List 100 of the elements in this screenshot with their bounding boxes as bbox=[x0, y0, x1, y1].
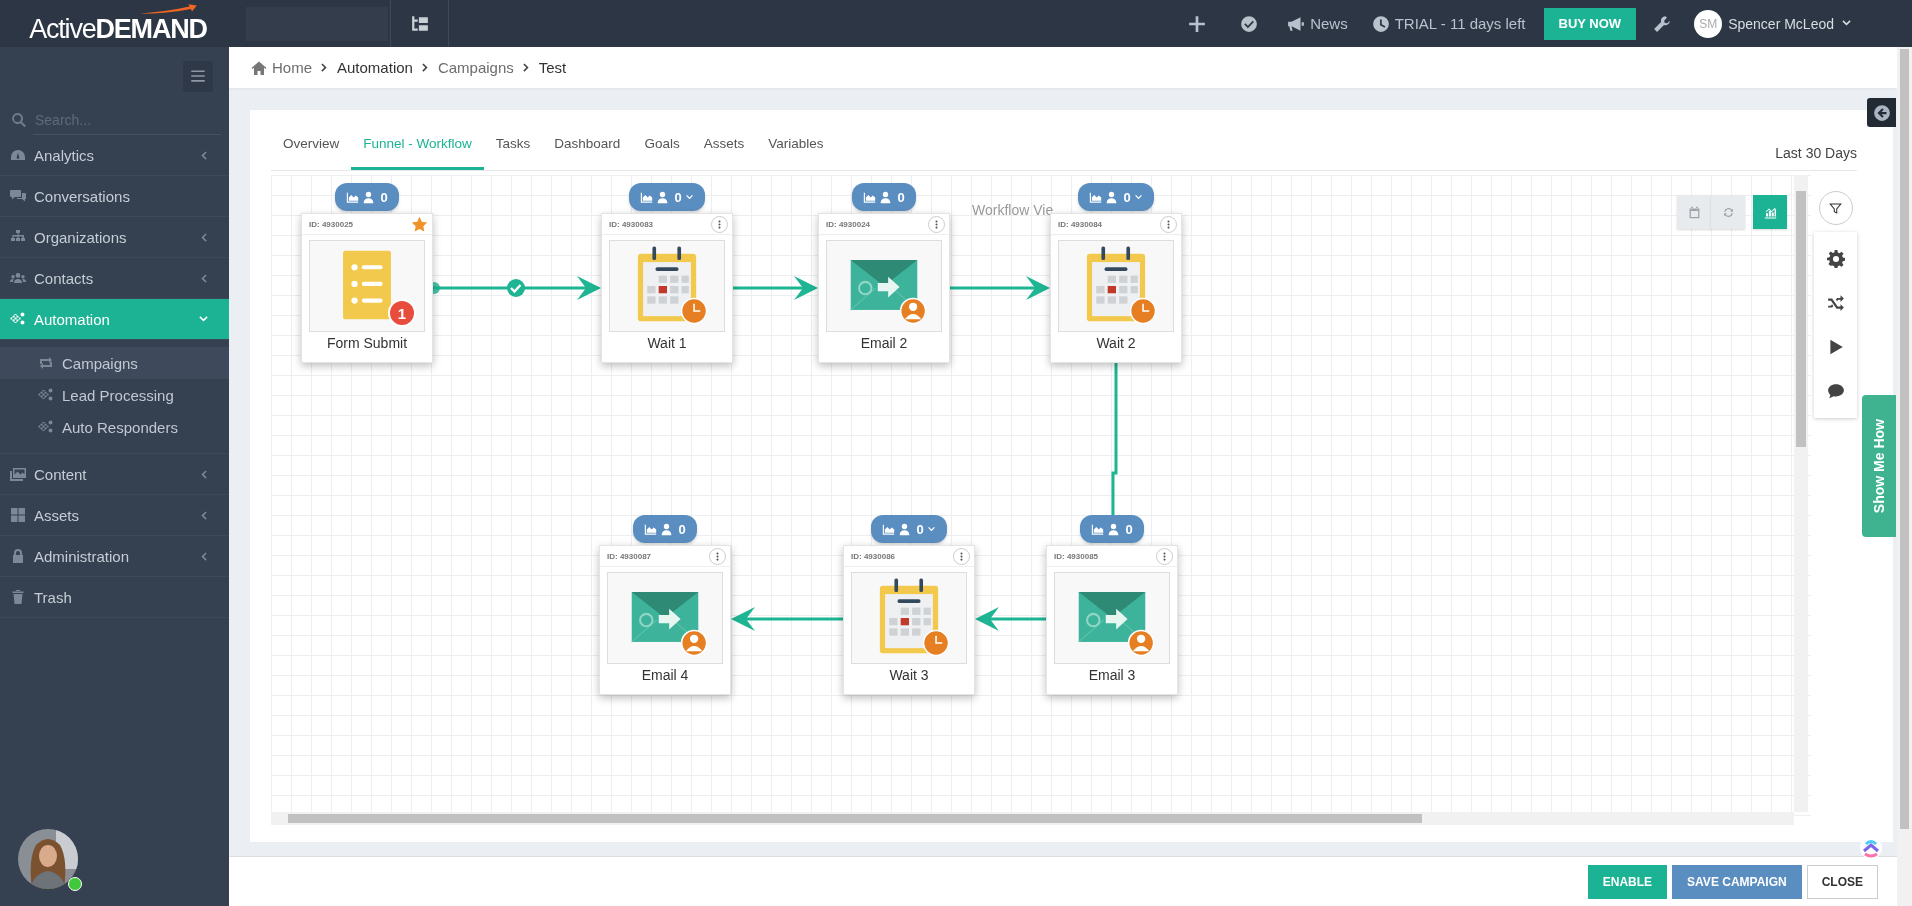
settings-icon[interactable] bbox=[1826, 250, 1845, 268]
area-chart-icon bbox=[882, 522, 896, 536]
chevron-icon bbox=[198, 231, 209, 243]
page-scrollbar[interactable] bbox=[1897, 47, 1912, 906]
area-chart-icon bbox=[1089, 190, 1103, 204]
stats-button[interactable]: 0 bbox=[871, 515, 947, 543]
wrench-icon[interactable] bbox=[1653, 14, 1672, 33]
save-button[interactable]: SAVE CAMPAIGN bbox=[1672, 864, 1802, 899]
plus-icon[interactable] bbox=[1188, 14, 1207, 33]
back-arrow-icon[interactable] bbox=[1872, 103, 1891, 122]
chart-icon[interactable] bbox=[1763, 205, 1777, 219]
node-id: ID: 4930085 bbox=[1054, 551, 1099, 561]
shuffle-icon[interactable] bbox=[1826, 294, 1845, 312]
node-card[interactable]: ID: 4930086 Wait 3 bbox=[843, 545, 975, 695]
node-card[interactable]: ID: 4930084 Wait 2 bbox=[1050, 213, 1182, 363]
trial-link[interactable]: TRIAL - 11 days left bbox=[1371, 14, 1526, 33]
menu-button[interactable] bbox=[183, 60, 213, 92]
sidebar-subitem[interactable]: Lead Processing bbox=[0, 379, 229, 411]
close-button[interactable]: CLOSE bbox=[1806, 864, 1878, 899]
tab[interactable]: Tasks bbox=[483, 128, 543, 170]
gears-icon bbox=[38, 419, 54, 435]
home-icon[interactable] bbox=[251, 59, 267, 76]
user-icon bbox=[656, 190, 670, 204]
sidebar-subitem[interactable]: Campaigns bbox=[0, 347, 229, 379]
tab[interactable]: Overview bbox=[271, 128, 352, 170]
stats-button[interactable]: 0 bbox=[1078, 183, 1154, 211]
refresh-icon[interactable] bbox=[1721, 205, 1735, 219]
calendar-button[interactable] bbox=[1677, 195, 1711, 229]
separator-icon bbox=[319, 62, 330, 73]
tree-icon[interactable] bbox=[410, 14, 429, 33]
stats-button[interactable]: 0 bbox=[335, 183, 399, 211]
breadcrumb-link[interactable]: Test bbox=[538, 59, 567, 76]
user-avatar: SM bbox=[1694, 9, 1723, 38]
stats-button[interactable]: 0 bbox=[633, 515, 697, 543]
stats-button[interactable]: 0 bbox=[629, 183, 705, 211]
node-label: Wait 3 bbox=[889, 667, 929, 683]
breadcrumb-link[interactable]: Home bbox=[251, 59, 312, 76]
tree-button[interactable] bbox=[390, 0, 449, 47]
filter-icon[interactable] bbox=[1829, 201, 1842, 215]
node-id: ID: 4930087 bbox=[607, 551, 652, 561]
news-link[interactable]: News bbox=[1287, 14, 1348, 33]
user-icon bbox=[362, 190, 376, 204]
node-card[interactable]: ID: 4930083 Wait 1 bbox=[601, 213, 733, 363]
grid-icon bbox=[10, 507, 26, 523]
area-chart-icon bbox=[1091, 522, 1105, 536]
logo[interactable]: ActiveDEMAND bbox=[29, 17, 207, 42]
user-icon bbox=[1107, 522, 1121, 536]
star-icon[interactable] bbox=[411, 215, 428, 233]
clock-icon[interactable] bbox=[1371, 14, 1390, 33]
chevron-icon bbox=[198, 149, 209, 161]
node-id: ID: 4930084 bbox=[1058, 219, 1103, 229]
node-label: Email 3 bbox=[1088, 667, 1136, 683]
users-icon bbox=[10, 270, 26, 286]
sidebar-item[interactable]: Assets bbox=[0, 495, 229, 536]
menu-icon[interactable] bbox=[189, 67, 207, 85]
node-id: ID: 4930083 bbox=[609, 219, 654, 229]
comment-icon[interactable] bbox=[1826, 382, 1845, 400]
user-icon bbox=[879, 190, 893, 204]
count-badge: 1 bbox=[388, 299, 416, 327]
images-icon bbox=[10, 466, 26, 482]
node-label: Email 4 bbox=[641, 667, 689, 683]
tab[interactable]: Dashboard bbox=[542, 128, 633, 170]
node-card[interactable]: ID: 4930024 Email 2 bbox=[818, 213, 950, 363]
node-label: Wait 2 bbox=[1096, 335, 1136, 351]
breadcrumb-link[interactable]: Campaigns bbox=[437, 59, 514, 76]
user-icon bbox=[1105, 190, 1119, 204]
node-card[interactable]: ID: 4930087 Email 4 bbox=[599, 545, 731, 695]
caret-icon[interactable] bbox=[1841, 18, 1852, 29]
chart-button[interactable] bbox=[1753, 195, 1787, 229]
sidebar-subitem[interactable]: Auto Responders bbox=[0, 411, 229, 443]
collapse-button[interactable] bbox=[1867, 98, 1896, 127]
trash-icon bbox=[10, 589, 26, 605]
date-range-label[interactable]: Last 30 Days bbox=[1775, 145, 1857, 161]
gauge-icon bbox=[10, 147, 26, 163]
chevron-icon bbox=[198, 550, 209, 562]
megaphone-icon[interactable] bbox=[1287, 14, 1306, 33]
sidebar-item[interactable]: Content bbox=[0, 454, 229, 495]
node-label: Wait 1 bbox=[647, 335, 687, 351]
search-icon bbox=[11, 112, 27, 128]
user-menu-button[interactable]: Spencer McLeod bbox=[1722, 15, 1858, 32]
calendar-icon[interactable] bbox=[1687, 205, 1701, 219]
breadcrumb-link[interactable]: Automation bbox=[337, 59, 413, 76]
connector-arrow bbox=[975, 607, 1046, 631]
tab[interactable]: Variables bbox=[756, 128, 836, 170]
node-card[interactable]: ID: 4930085 Email 3 bbox=[1046, 545, 1178, 695]
horizontal-scrollbar[interactable] bbox=[271, 812, 1794, 825]
gears-icon bbox=[10, 311, 26, 327]
tab[interactable]: Assets bbox=[691, 128, 757, 170]
chat-bubbles-icon bbox=[10, 188, 26, 204]
tab[interactable]: Goals bbox=[632, 128, 692, 170]
area-chart-icon bbox=[640, 190, 654, 204]
area-chart-icon bbox=[346, 190, 360, 204]
vertical-scrollbar[interactable] bbox=[1794, 175, 1808, 812]
stats-button[interactable]: 0 bbox=[1080, 515, 1144, 543]
stats-button[interactable]: 0 bbox=[852, 183, 916, 211]
user-icon bbox=[898, 522, 912, 536]
chevron-icon bbox=[198, 272, 209, 284]
user-icon bbox=[660, 522, 674, 536]
node-card[interactable]: ID: 4930025 1 Form Submit bbox=[301, 213, 433, 363]
area-chart-icon bbox=[644, 522, 658, 536]
